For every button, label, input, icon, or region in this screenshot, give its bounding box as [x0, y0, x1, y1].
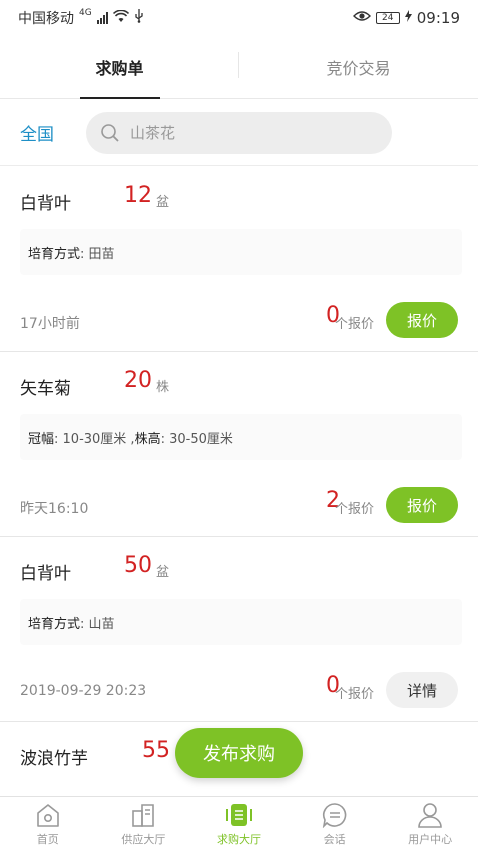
spec-value-2: : 30-50厘米 — [160, 431, 233, 447]
nav-supply-hall[interactable]: 供应大厅 — [96, 797, 192, 850]
quote-button[interactable]: 报价 — [386, 302, 458, 338]
carrier-name: 中国移动 — [18, 11, 74, 27]
plant-name: 波浪竹芋 — [20, 749, 88, 769]
status-right: 24 09:19 — [352, 9, 460, 27]
status-bar: 中国移动 4G 24 09:19 — [0, 0, 478, 36]
wifi-icon — [112, 9, 129, 27]
quote-count-label: 个报价 — [334, 317, 374, 332]
spec-value: : 田苗 — [80, 246, 115, 262]
search-icon — [100, 123, 120, 143]
plant-name: 白背叶 — [20, 564, 71, 584]
purchase-list: 白背叶 12 盆 培育方式: 田苗 17小时前 0 个报价 报价 矢车菊 20 … — [0, 167, 478, 802]
nav-label: 求购大厅 — [216, 832, 261, 846]
bottom-nav: 首页 供应大厅 求购大厅 会话 用户中心 — [0, 796, 478, 850]
nav-label: 用户中心 — [408, 832, 453, 846]
app-screen: 中国移动 4G 24 09:19 求购单 竞价交易 全国 山茶花 白背叶 12 … — [0, 0, 478, 850]
signal-icon — [96, 12, 108, 24]
quantity: 50 — [124, 553, 152, 578]
quantity: 12 — [124, 183, 152, 208]
spec-value: : 山苗 — [80, 616, 115, 632]
publish-purchase-button[interactable]: 发布求购 — [175, 728, 303, 778]
nav-label: 会话 — [323, 832, 346, 846]
plant-name: 白背叶 — [20, 194, 71, 214]
quote-count-label: 个报价 — [334, 502, 374, 517]
spec-key: 培育方式 — [28, 616, 81, 632]
spec-box: 培育方式: 田苗 — [20, 229, 462, 275]
spec-key-2: 株高 — [134, 431, 161, 447]
supply-hall-icon — [129, 801, 157, 829]
quantity-unit: 株 — [156, 380, 170, 395]
spec-value: : 10-30厘米 , — [54, 431, 135, 447]
battery-icon: 24 — [375, 12, 400, 24]
plant-name: 矢车菊 — [20, 379, 71, 399]
usb-icon — [134, 9, 144, 27]
user-icon — [416, 801, 444, 829]
quantity: 55 — [142, 738, 170, 763]
spec-box: 冠幅: 10-30厘米 , 株高: 30-50厘米 — [20, 414, 462, 460]
search-row: 全国 — [0, 100, 478, 166]
spec-box: 培育方式: 山苗 — [20, 599, 462, 645]
post-time: 昨天16:10 — [20, 501, 89, 517]
tab-bidding[interactable]: 竞价交易 — [239, 36, 478, 98]
list-item[interactable]: 白背叶 50 盆 培育方式: 山苗 2019-09-29 20:23 0 个报价… — [0, 537, 478, 722]
list-item[interactable]: 矢车菊 20 株 冠幅: 10-30厘米 , 株高: 30-50厘米 昨天16:1… — [0, 352, 478, 537]
spec-key: 培育方式 — [28, 246, 81, 262]
quantity: 20 — [124, 368, 152, 393]
nav-home[interactable]: 首页 — [0, 797, 96, 850]
spec-key: 冠幅 — [28, 431, 55, 447]
home-icon — [34, 801, 62, 829]
clock: 09:19 — [416, 9, 460, 27]
post-time: 2019-09-29 20:23 — [20, 683, 147, 699]
post-time: 17小时前 — [20, 316, 80, 332]
nav-user-center[interactable]: 用户中心 — [382, 797, 478, 850]
region-selector[interactable]: 全国 — [0, 120, 86, 145]
nav-chat[interactable]: 会话 — [287, 797, 383, 850]
network-type: 4G — [79, 8, 92, 18]
status-left: 中国移动 4G — [18, 8, 144, 28]
search-box[interactable] — [86, 111, 392, 154]
quote-button[interactable]: 报价 — [386, 487, 458, 523]
top-tabs: 求购单 竞价交易 — [0, 36, 478, 99]
nav-label: 供应大厅 — [121, 832, 166, 846]
eye-icon — [352, 10, 371, 26]
list-item[interactable]: 白背叶 12 盆 培育方式: 田苗 17小时前 0 个报价 报价 — [0, 167, 478, 352]
nav-purchase-hall[interactable]: 求购大厅 — [191, 797, 287, 850]
tab-purchase-orders[interactable]: 求购单 — [0, 36, 239, 99]
quantity-unit: 盆 — [156, 195, 170, 210]
quantity-unit: 盆 — [156, 565, 170, 580]
quote-count-label: 个报价 — [334, 687, 374, 702]
charging-icon — [404, 10, 412, 26]
search-input[interactable] — [130, 123, 370, 142]
nav-label: 首页 — [36, 832, 59, 846]
chat-icon — [321, 801, 349, 829]
purchase-hall-icon — [225, 801, 253, 829]
details-button[interactable]: 详情 — [386, 672, 458, 708]
